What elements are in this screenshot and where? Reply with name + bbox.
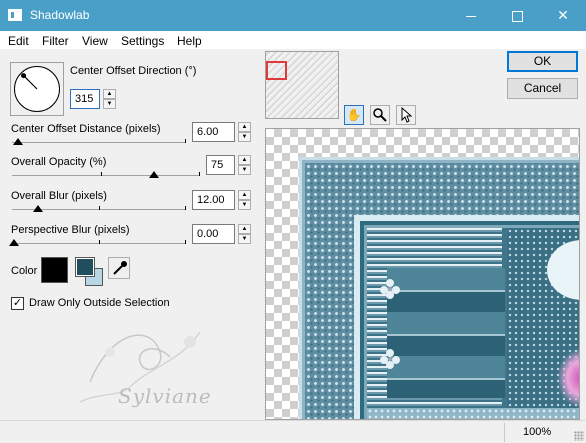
perspective-slider-tick	[99, 240, 100, 244]
blur-slider-tick	[99, 206, 100, 210]
eyedropper-icon	[113, 261, 127, 275]
distance-slider-track	[12, 142, 186, 143]
window-app-icon	[8, 9, 22, 21]
blur-spinner[interactable]: ▲ ▼	[238, 190, 251, 210]
title-bar: Shadowlab ✕	[0, 0, 586, 31]
perspective-input[interactable]: 0.00	[192, 224, 235, 244]
pointer-tool-button[interactable]	[396, 105, 416, 125]
preview-image-glow	[547, 240, 579, 300]
direction-dial[interactable]	[10, 62, 64, 116]
window-title: Shadowlab	[30, 8, 90, 22]
menu-help[interactable]: Help	[177, 34, 202, 48]
watermark-signature: Sylviane	[118, 384, 212, 408]
preview-canvas[interactable]	[265, 128, 580, 420]
opacity-spinner[interactable]: ▲ ▼	[238, 155, 251, 175]
blur-input[interactable]: 12.00	[192, 190, 235, 210]
preview-image-inner	[364, 225, 579, 419]
arrow-pointer-icon	[401, 106, 413, 123]
distance-slider-thumb[interactable]	[13, 138, 23, 145]
perspective-spinner[interactable]: ▲ ▼	[238, 224, 251, 244]
resize-grip-icon[interactable]	[574, 431, 584, 441]
maximize-button[interactable]	[494, 0, 540, 31]
blur-slider-thumb[interactable]	[33, 205, 43, 212]
status-pane	[0, 423, 505, 442]
menu-settings[interactable]: Settings	[121, 34, 164, 48]
flower-ornament-icon	[380, 349, 400, 369]
preview-image-inner-frame	[354, 215, 579, 419]
blur-slider-tick	[185, 206, 186, 210]
shadow-color-swatch[interactable]	[41, 257, 68, 283]
preview-image-blocks	[387, 268, 505, 398]
opacity-slider-track	[12, 175, 200, 176]
zoom-level: 100%	[523, 426, 552, 438]
navigator-thumbnail[interactable]	[265, 51, 339, 119]
distance-label: Center Offset Distance (pixels)	[11, 123, 161, 135]
opacity-slider-tick	[101, 172, 102, 176]
perspective-slider-tick	[185, 240, 186, 244]
opacity-slider-tick	[199, 172, 200, 176]
perspective-slider-thumb[interactable]	[9, 239, 19, 246]
menu-edit[interactable]: Edit	[8, 34, 29, 48]
ok-button[interactable]: OK	[507, 51, 578, 72]
opacity-label: Overall Opacity (%)	[11, 156, 107, 168]
preview-image-lower-band	[367, 408, 579, 419]
direction-input[interactable]: 315	[70, 89, 100, 109]
close-button[interactable]: ✕	[540, 0, 586, 31]
pan-tool-button[interactable]: ✋	[344, 105, 364, 125]
outside-selection-checkbox[interactable]: ✓	[11, 297, 24, 310]
foreground-color-swatch[interactable]	[75, 257, 95, 277]
direction-spinner[interactable]: ▲ ▼	[103, 89, 116, 109]
magnifier-icon	[373, 108, 387, 122]
eyedropper-button[interactable]	[108, 257, 130, 279]
close-icon: ✕	[557, 7, 569, 23]
cancel-button[interactable]: Cancel	[507, 78, 578, 99]
status-bar: 100%	[0, 420, 586, 443]
menu-view[interactable]: View	[82, 34, 108, 48]
flower-ornament-icon	[380, 279, 400, 299]
perspective-label: Perspective Blur (pixels)	[11, 224, 130, 236]
preview-image-frame	[299, 157, 579, 419]
blur-label: Overall Blur (pixels)	[11, 190, 107, 202]
minimize-button[interactable]	[448, 0, 494, 31]
watermark: Sylviane	[70, 312, 240, 422]
zoom-tool-button[interactable]	[370, 105, 390, 125]
minimize-icon	[466, 15, 476, 17]
hand-pan-icon: ✋	[346, 108, 362, 122]
dial-needle	[21, 73, 38, 90]
direction-label: Center Offset Direction (°)	[70, 65, 197, 77]
menu-bar: Edit Filter View Settings Help	[0, 31, 586, 50]
menu-filter[interactable]: Filter	[42, 34, 69, 48]
distance-input[interactable]: 6.00	[192, 122, 235, 142]
outside-selection-label: Draw Only Outside Selection	[29, 297, 170, 309]
preview-image-flower	[557, 348, 579, 408]
preview-image-flower-panel	[507, 228, 579, 419]
opacity-input[interactable]: 75	[206, 155, 235, 175]
dialog-body: Center Offset Direction (°) 315 ▲ ▼ Cente…	[0, 50, 586, 420]
maximize-icon	[511, 10, 523, 22]
distance-spinner[interactable]: ▲ ▼	[238, 122, 251, 142]
navigator-viewport-rect[interactable]	[266, 61, 287, 80]
opacity-slider-thumb[interactable]	[149, 171, 159, 178]
distance-slider-tick	[185, 139, 186, 143]
color-label: Color	[11, 265, 38, 277]
